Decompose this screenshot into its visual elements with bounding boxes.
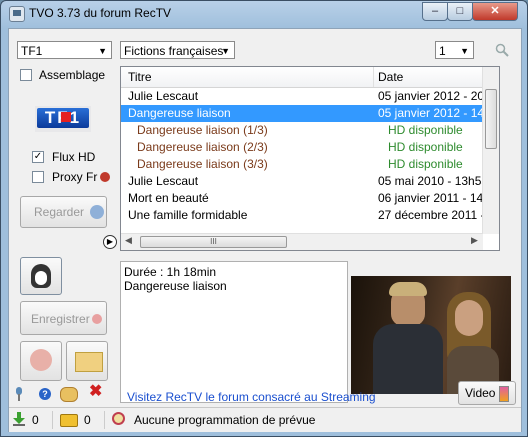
main-panel: TF1 ▼ Fictions françaises ▼ 1 ▼ Assembla…	[8, 28, 522, 432]
list-item-date: 27 décembre 2011 - 15h	[378, 208, 483, 222]
list-item[interactable]: Dangereuse liaison 05 janvier 2012 - 14h5…	[121, 105, 483, 122]
maximize-button[interactable]: □	[447, 2, 473, 21]
program-name-text: Dangereuse liaison	[124, 279, 227, 293]
list-item[interactable]: Dangereuse liaison (2/3) HD disponible	[121, 139, 483, 156]
download-icon	[13, 412, 25, 426]
minimize-button[interactable]: –	[422, 2, 448, 21]
horizontal-scrollbar[interactable]: ◀ III ▶	[121, 233, 483, 250]
list-item-title: Julie Lescaut	[128, 89, 199, 103]
pin-icon[interactable]	[15, 387, 23, 401]
program-info: Durée : 1h 18min Dangereuse liaison	[120, 261, 348, 403]
channel-value: TF1	[21, 44, 43, 58]
penguin-button[interactable]	[20, 257, 62, 295]
help-icon[interactable]: ?	[39, 388, 51, 400]
app-window: TVO 3.73 du forum RecTV – □ ✕ TF1 ▼ Fict…	[0, 0, 528, 437]
list-item-date: 05 janvier 2012 - 20h50	[378, 89, 483, 103]
man-jacket	[373, 324, 443, 394]
assemblage-label: Assemblage	[39, 68, 106, 82]
chevron-down-icon: ▼	[221, 46, 230, 56]
app-icon	[9, 6, 25, 22]
page-value: 1	[439, 44, 446, 58]
scroll-left-icon[interactable]: ◀	[125, 235, 132, 246]
page-select[interactable]: 1 ▼	[435, 41, 474, 59]
channel-select[interactable]: TF1 ▼	[17, 41, 112, 59]
enregistrer-label: Enregistrer	[31, 312, 90, 326]
list-item-title: Dangereuse liaison (3/3)	[137, 157, 268, 171]
list-item-date: HD disponible	[388, 140, 463, 154]
hscroll-thumb[interactable]: III	[140, 236, 287, 248]
column-date-header[interactable]: Date	[378, 70, 403, 84]
list-item[interactable]: Dangereuse liaison (3/3) HD disponible	[121, 156, 483, 173]
list-item[interactable]: Mort en beauté 06 janvier 2011 - 14h55	[121, 190, 483, 207]
column-divider	[373, 67, 374, 87]
status-divider	[52, 411, 53, 429]
chevron-down-icon: ▼	[460, 46, 469, 56]
video-preview	[351, 276, 511, 394]
list-item-title: Dangereuse liaison (2/3)	[137, 140, 268, 154]
list-item-date: HD disponible	[388, 123, 463, 137]
video-button[interactable]: Video	[458, 381, 516, 405]
category-select[interactable]: Fictions françaises ▼	[120, 41, 235, 59]
duration-text: Durée : 1h 18min	[124, 265, 217, 279]
list-item[interactable]: Julie Lescaut 05 janvier 2012 - 20h50	[121, 88, 483, 105]
download-count: 0	[32, 413, 39, 427]
list-item-date: HD disponible	[388, 157, 463, 171]
proxy-checkbox[interactable]	[32, 171, 44, 183]
list-item-date: 05 janvier 2012 - 14h55	[378, 106, 483, 120]
status-divider	[104, 411, 105, 429]
logo-red-square	[61, 112, 71, 122]
list-item-title: Dangereuse liaison	[128, 106, 231, 120]
column-title-header[interactable]: Titre	[128, 70, 152, 84]
queue-icon	[60, 414, 78, 427]
record-icon	[92, 314, 102, 324]
regarder-button[interactable]: Regarder	[20, 196, 107, 228]
delete-icon[interactable]: ✖	[89, 384, 102, 400]
list-item-date: 05 mai 2010 - 13h55	[378, 174, 483, 188]
assemblage-checkbox[interactable]	[20, 69, 32, 81]
status-message: Aucune programmation de prévue	[134, 413, 316, 427]
flux-hd-checkbox[interactable]: ✓	[32, 151, 44, 163]
film-icon	[499, 386, 509, 402]
woman-face-front	[455, 300, 483, 336]
list-item-title: Une famille formidable	[128, 208, 248, 222]
window-title: TVO 3.73 du forum RecTV	[29, 6, 172, 20]
stop-button[interactable]	[20, 341, 62, 381]
penguin-belly	[35, 271, 47, 285]
flux-hd-label: Flux HD	[52, 150, 96, 164]
list-item-date: 06 janvier 2011 - 14h55	[378, 191, 483, 205]
list-item[interactable]: Dangereuse liaison (1/3) HD disponible	[121, 122, 483, 139]
scroll-right-icon[interactable]: ▶	[471, 235, 478, 246]
list-item[interactable]: Julie Lescaut 05 mai 2010 - 13h55	[121, 173, 483, 190]
list-item-title: Dangereuse liaison (1/3)	[137, 123, 268, 137]
forum-link[interactable]: Visitez RecTV le forum consacré au Strea…	[127, 390, 376, 404]
folder-icon	[75, 352, 103, 372]
video-button-label: Video	[465, 386, 496, 400]
proxy-label: Proxy Fr	[52, 170, 98, 184]
mask-icon[interactable]	[60, 387, 78, 402]
regarder-label: Regarder	[34, 205, 85, 219]
folder-button[interactable]	[66, 341, 108, 381]
program-list[interactable]: Titre Date Julie Lescaut 05 janvier 2012 …	[120, 66, 500, 251]
title-bar[interactable]: TVO 3.73 du forum RecTV – □ ✕	[1, 1, 527, 27]
channel-logo: TF1	[35, 106, 91, 132]
list-header: Titre Date	[121, 67, 483, 88]
vertical-scrollbar[interactable]	[482, 67, 499, 234]
man-hair	[389, 282, 427, 296]
list-item-title: Mort en beauté	[128, 191, 209, 205]
scroll-thumb[interactable]	[485, 89, 497, 149]
chevron-down-icon: ▼	[98, 46, 107, 56]
clock-icon	[112, 412, 125, 425]
list-item-title: Julie Lescaut	[128, 174, 199, 188]
cherry-icon	[100, 172, 110, 182]
close-button[interactable]: ✕	[472, 2, 518, 21]
list-item[interactable]: Une famille formidable 27 décembre 2011 -…	[121, 207, 483, 224]
enregistrer-button[interactable]: Enregistrer	[20, 301, 107, 335]
play-circle-icon[interactable]: ▶	[103, 235, 117, 249]
hand-stop-icon	[30, 349, 52, 371]
status-bar: 0 0 Aucune programmation de prévue	[9, 407, 521, 432]
play-icon	[90, 205, 104, 219]
queue-count: 0	[84, 413, 91, 427]
search-icon[interactable]	[495, 43, 509, 57]
category-value: Fictions françaises	[124, 44, 224, 58]
